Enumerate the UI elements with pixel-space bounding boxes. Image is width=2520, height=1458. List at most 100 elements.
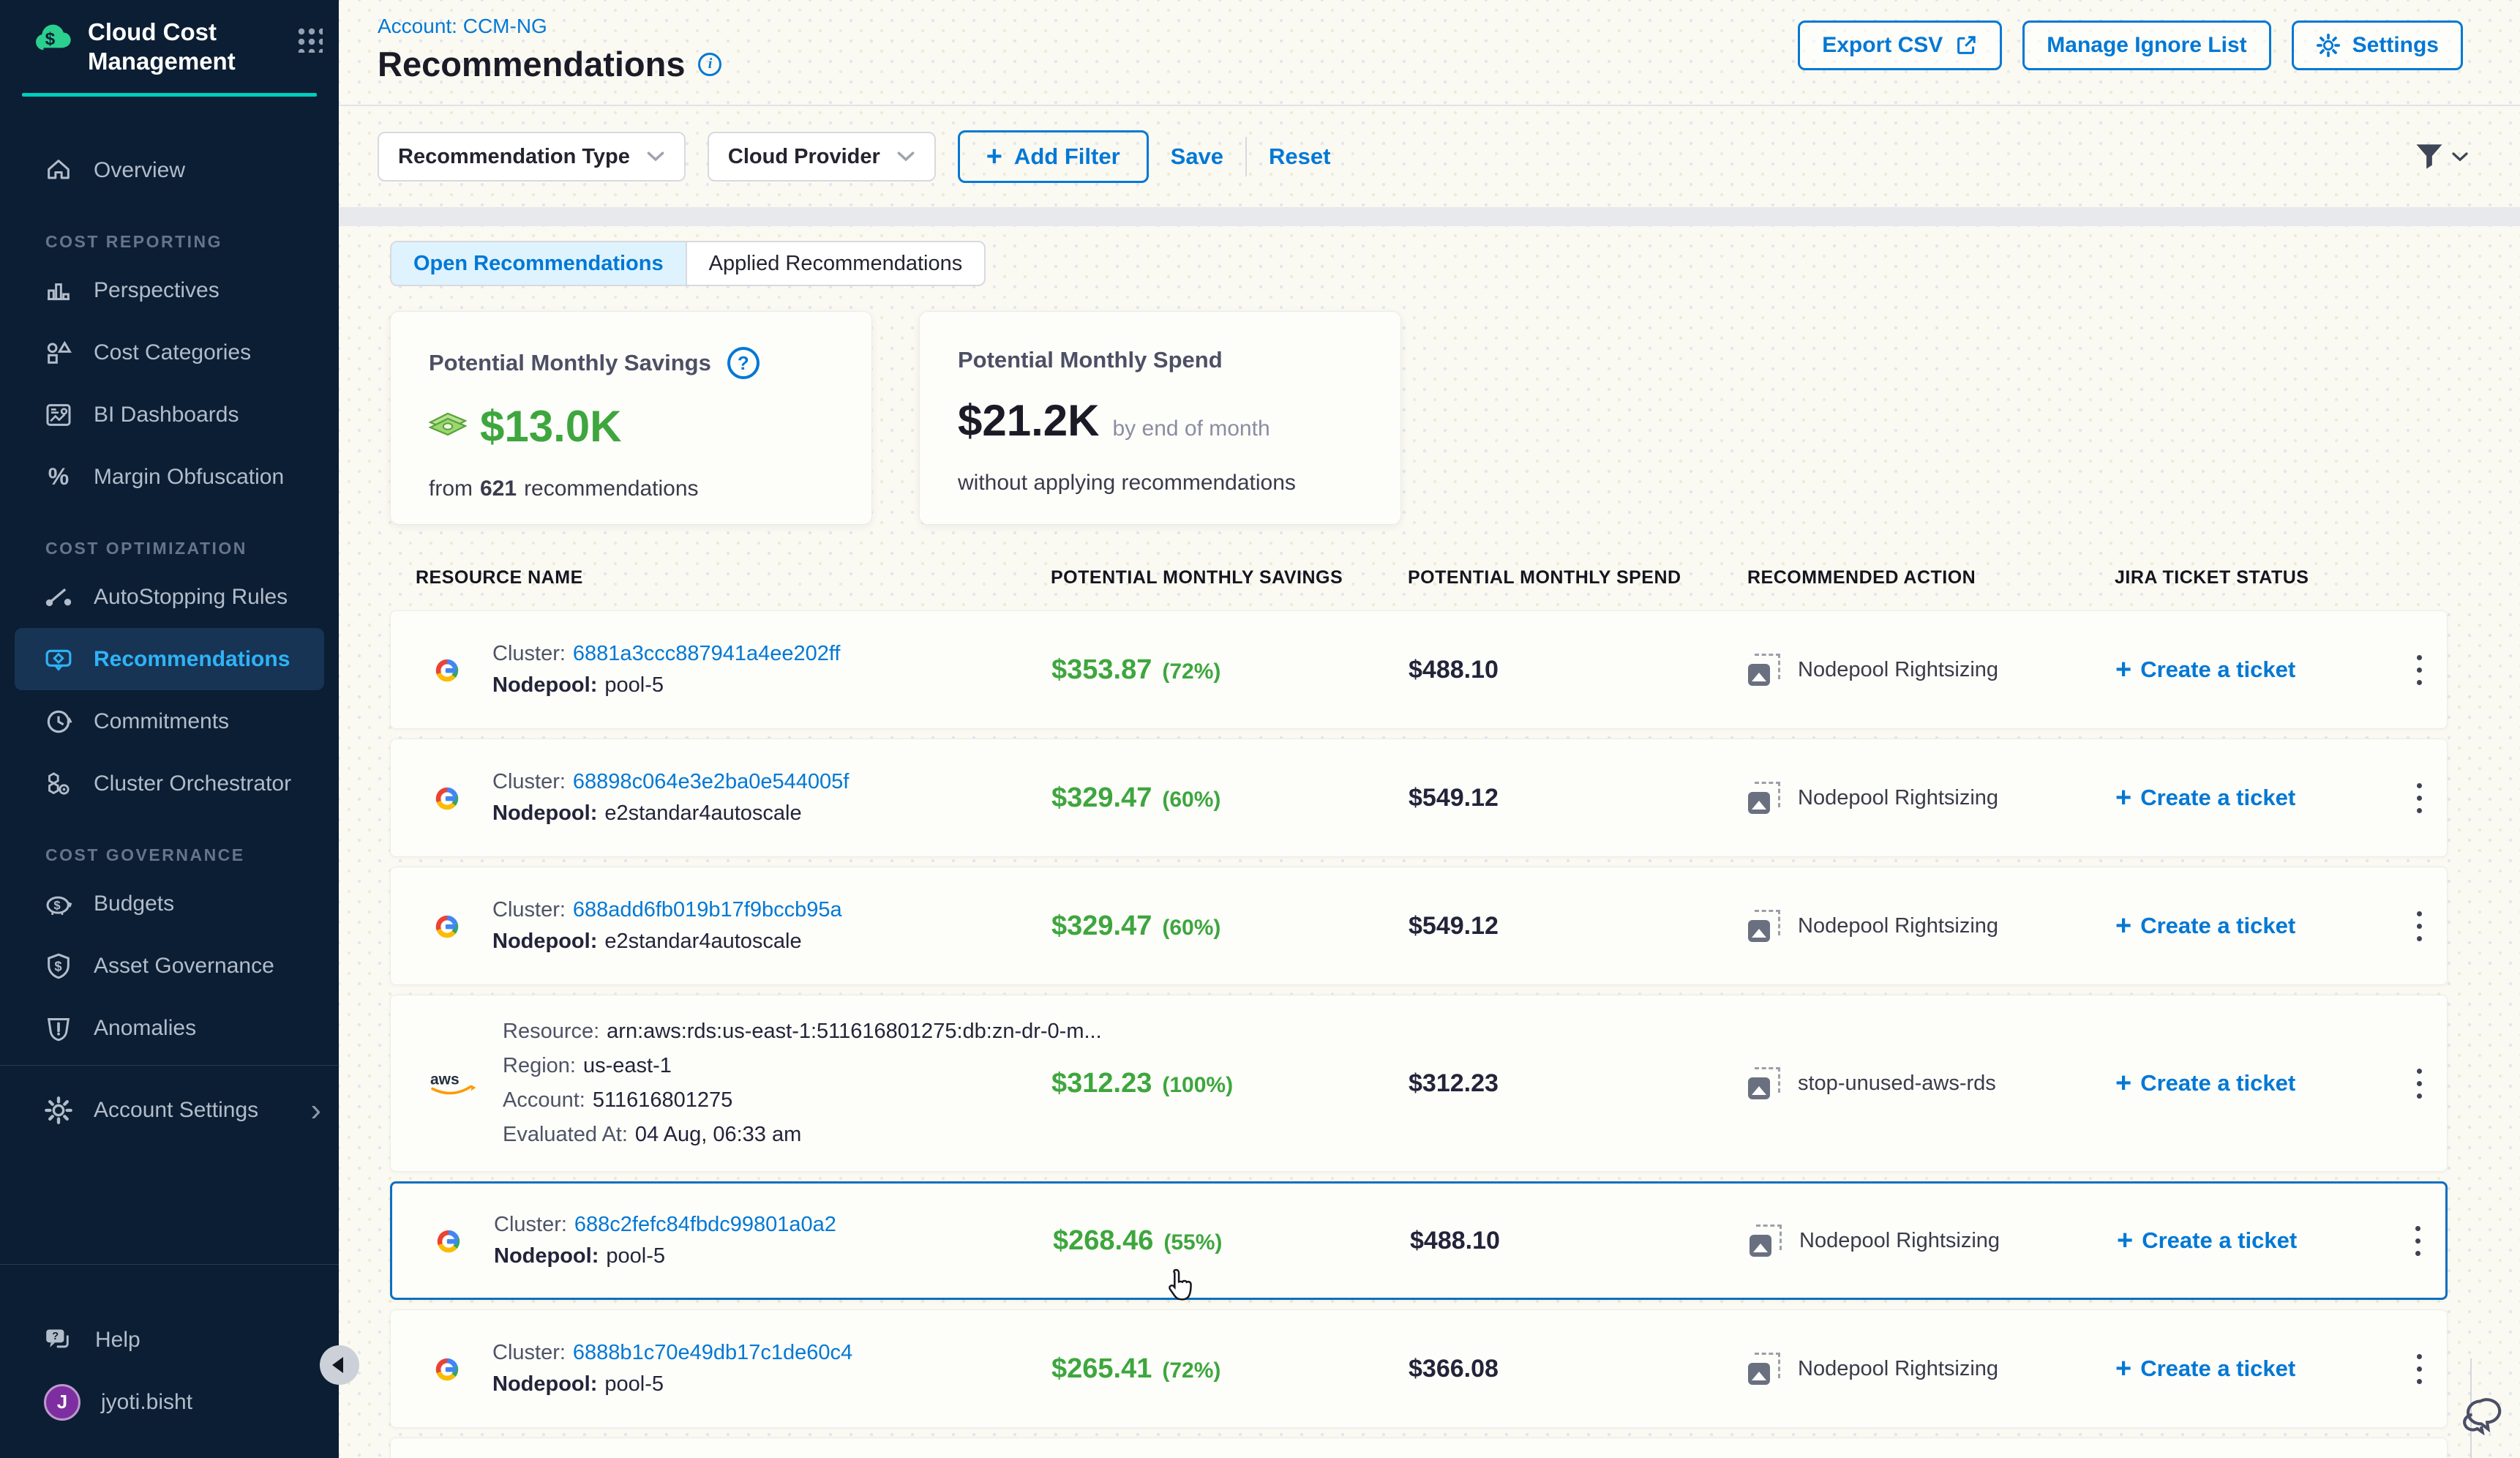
sidebar-item-autostopping-rules[interactable]: AutoStopping Rules [0, 566, 339, 628]
create-ticket-link[interactable]: +Create a ticket [2115, 1070, 2408, 1096]
cloud-provider-dropdown[interactable]: Cloud Provider [708, 132, 936, 182]
info-icon[interactable]: i [698, 53, 721, 76]
sidebar-item-label: Cost Categories [94, 340, 251, 365]
spend-cell: $366.08 [1409, 1355, 1748, 1383]
cluster-link[interactable]: 68898c064e3e2ba0e544005f [573, 770, 849, 794]
sidebar-item-label: Budgets [94, 891, 174, 916]
plus-icon: + [2115, 913, 2131, 938]
recommendation-type-dropdown[interactable]: Recommendation Type [378, 132, 686, 182]
sidebar-item-overview[interactable]: Overview [0, 139, 339, 201]
cluster-link[interactable]: 688c2fefc84fbdc99801a0a2 [574, 1213, 836, 1237]
sidebar-item-label: BI Dashboards [94, 403, 239, 427]
sidebar-collapse-handle[interactable] [320, 1345, 359, 1385]
settings-button[interactable]: Settings [2292, 20, 2463, 70]
gcp-icon [428, 909, 466, 943]
savings-value: $13.0K [480, 401, 621, 452]
kebab-menu[interactable] [2417, 1354, 2422, 1384]
sidebar-item-cost-categories[interactable]: Cost Categories [0, 321, 339, 384]
mouse-cursor [1163, 1268, 1197, 1311]
reset-filter-link[interactable]: Reset [1269, 143, 1330, 170]
rightsizing-icon [1750, 1225, 1782, 1257]
create-ticket-link[interactable]: +Create a ticket [2115, 1356, 2408, 1382]
sidebar-item-perspectives[interactable]: Perspectives [0, 259, 339, 321]
kebab-menu[interactable] [2417, 1069, 2422, 1099]
add-filter-button[interactable]: + Add Filter [958, 130, 1149, 183]
evaluated-at-value: 04 Aug, 06:33 am [635, 1123, 801, 1147]
gcp-icon [428, 781, 466, 815]
savings-cell: $268.46(55%) [1053, 1225, 1410, 1257]
plus-icon: + [2115, 1356, 2131, 1381]
sidebar-item-bi-dashboards[interactable]: BI Dashboards [0, 384, 339, 446]
table-row[interactable]: Cluster:6888b1c70e49db17c1de60c4 Nodepoo… [390, 1309, 2448, 1428]
sidebar-item-asset-governance[interactable]: Asset Governance [0, 935, 339, 997]
export-csv-button[interactable]: Export CSV [1798, 20, 2002, 70]
save-filter-link[interactable]: Save [1171, 143, 1223, 170]
sidebar-item-anomalies[interactable]: Anomalies [0, 997, 339, 1059]
gcp-icon [428, 653, 466, 687]
sidebar-item-label: Account Settings [94, 1098, 258, 1123]
support-chat-icon[interactable] [2459, 1396, 2507, 1442]
chevron-down-icon [646, 151, 665, 162]
table-row[interactable]: Cluster:688add6fb019b17f9bccb95a Nodepoo… [390, 867, 2448, 985]
rightsizing-icon [1748, 654, 1780, 686]
sidebar-item-margin-obfuscation[interactable]: % Margin Obfuscation [0, 446, 339, 508]
create-ticket-link[interactable]: +Create a ticket [2117, 1227, 2410, 1254]
page-title: Recommendations [378, 44, 685, 84]
kebab-menu[interactable] [2417, 911, 2422, 941]
cluster-link[interactable]: 6888b1c70e49db17c1de60c4 [573, 1341, 852, 1365]
kebab-menu[interactable] [2417, 783, 2422, 813]
nodepool-value: e2standar4autoscale [604, 930, 801, 954]
plus-icon: + [2115, 1071, 2131, 1096]
sidebar-item-budgets[interactable]: Budgets [0, 872, 339, 935]
table-row[interactable]: Cluster:6881a3ccc887941a4ee202ff Nodepoo… [390, 610, 2448, 729]
spend-cell: $488.10 [1409, 656, 1748, 684]
breadcrumb[interactable]: Account: CCM-NG [378, 15, 547, 38]
nodepool-label: Nodepool: [494, 1244, 599, 1268]
table-row-selected[interactable]: Cluster:688c2fefc84fbdc99801a0a2 Nodepoo… [390, 1181, 2448, 1300]
cluster-link[interactable]: 6881a3ccc887941a4ee202ff [573, 642, 841, 666]
tab-open-recommendations[interactable]: Open Recommendations [391, 242, 686, 285]
sidebar-item-recommendations[interactable]: Recommendations [15, 628, 324, 690]
user-menu[interactable]: J jyoti.bisht [0, 1371, 339, 1433]
sidebar-item-cluster-orchestrator[interactable]: Cluster Orchestrator [0, 752, 339, 815]
chevron-down-icon [896, 151, 915, 162]
section-cost-governance: COST GOVERNANCE [0, 815, 339, 872]
cluster-link[interactable]: 688add6fb019b17f9bccb95a [573, 898, 842, 922]
plus-icon: + [986, 144, 1002, 169]
sidebar-item-label: Overview [94, 158, 185, 183]
sidebar-item-commitments[interactable]: Commitments [0, 690, 339, 752]
spend-cell: $312.23 [1409, 1069, 1748, 1098]
kebab-menu[interactable] [2417, 655, 2422, 685]
plus-icon: + [2115, 657, 2131, 682]
cluster-label: Cluster: [492, 770, 566, 794]
table-row[interactable]: Cluster:68898c064e3e2ba0e544005f Nodepoo… [390, 739, 2448, 857]
table-row[interactable]: Resource:arn:aws:rds:us-east-1:511616801… [390, 995, 2448, 1172]
action-cell: stop-unused-aws-rds [1748, 1067, 2115, 1099]
section-divider-band [339, 207, 2520, 226]
sidebar-item-label: Margin Obfuscation [94, 465, 284, 490]
sidebar-item-help[interactable]: Help [0, 1309, 339, 1371]
main-content: Account: CCM-NG Recommendations i Export… [339, 0, 2520, 1458]
divider [1245, 137, 1247, 176]
sidebar-item-label: Cluster Orchestrator [94, 771, 291, 796]
sidebar: Cloud Cost Management Overview COST REPO… [0, 0, 339, 1458]
help-circle-icon[interactable]: ? [727, 347, 760, 379]
create-ticket-link[interactable]: +Create a ticket [2115, 913, 2408, 939]
nodepool-label: Nodepool: [492, 930, 597, 954]
filter-panel-toggle[interactable] [2415, 143, 2469, 171]
table-row[interactable]: Cluster:6886e92f59a48cad86b5b1c6 $244.05… [390, 1438, 2448, 1458]
kebab-menu[interactable] [2415, 1226, 2420, 1256]
chevron-down-icon [2451, 152, 2469, 162]
create-ticket-link[interactable]: +Create a ticket [2115, 657, 2408, 683]
cluster-label: Cluster: [492, 1341, 566, 1365]
savings-cell: $329.47(60%) [1051, 782, 1409, 814]
sidebar-item-account-settings[interactable]: Account Settings › [0, 1079, 339, 1141]
money-icon [429, 411, 467, 441]
manage-ignore-list-button[interactable]: Manage Ignore List [2022, 20, 2270, 70]
tab-applied-recommendations[interactable]: Applied Recommendations [686, 242, 985, 285]
col-potential-monthly-savings: POTENTIAL MONTHLY SAVINGS [1051, 567, 1408, 588]
create-ticket-link[interactable]: +Create a ticket [2115, 785, 2408, 811]
module-switcher-grid-icon[interactable] [295, 25, 323, 53]
plus-icon: + [2117, 1228, 2133, 1253]
cluster-label: Cluster: [492, 642, 566, 666]
